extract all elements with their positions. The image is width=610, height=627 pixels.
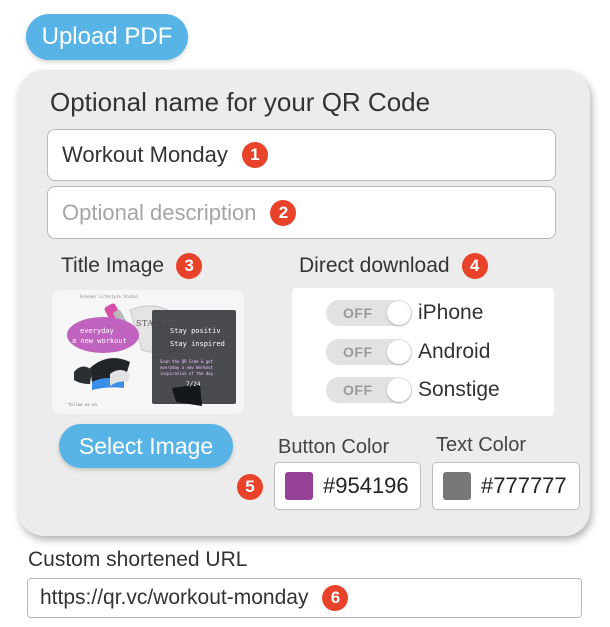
card-title: Optional name for your QR Code	[50, 87, 431, 117]
toggle-label-android: Android	[418, 340, 491, 363]
direct-download-label: Direct download 4	[299, 253, 488, 279]
thumb-dark-line1: Stay positiv	[170, 327, 221, 335]
upload-pdf-button[interactable]: Upload PDF	[26, 14, 188, 60]
text-color-value: #777777	[481, 473, 567, 498]
thumb-bubble-line2: a new workout	[72, 337, 127, 345]
iphone-toggle[interactable]: OFF	[326, 300, 412, 326]
thumb-dark-line2: Stay inspired	[170, 340, 225, 348]
step-badge: 3	[176, 253, 203, 279]
toggle-state: OFF	[343, 382, 373, 398]
thumb-bubble-line1: everyday	[80, 327, 114, 335]
thumb-hours: 7/24	[186, 381, 201, 388]
thumbnail-artwork	[52, 290, 244, 414]
button-color-label: Button Color	[278, 436, 390, 458]
sonstige-toggle[interactable]: OFF	[326, 377, 412, 403]
button-color-swatch	[285, 472, 313, 500]
custom-url-value: https://qr.vc/workout-monday	[40, 586, 309, 609]
toggle-knob	[387, 301, 411, 325]
thumb-scan-line2: everyday a new Workout	[160, 365, 213, 370]
text-color-swatch	[443, 472, 471, 500]
qr-name-input[interactable]: Workout Monday 1	[47, 129, 556, 181]
qr-name-value: Workout Monday	[62, 142, 228, 167]
toggle-row-sonstige: OFF Sonstige	[326, 377, 500, 403]
step-badge: 4	[461, 253, 488, 279]
description-input[interactable]: Optional description 2	[47, 186, 556, 239]
thumb-header: Greener Lifestyle Studio	[80, 294, 138, 299]
toggle-label-sonstige: Sonstige	[418, 378, 500, 401]
title-image-label-text: Title Image	[61, 254, 165, 277]
toggle-row-iphone: OFF iPhone	[326, 300, 483, 326]
toggle-state: OFF	[343, 344, 373, 360]
direct-download-panel: OFF iPhone OFF Android OFF Sonstige	[292, 288, 554, 416]
button-color-value: #954196	[323, 473, 409, 498]
toggle-knob	[387, 378, 411, 402]
thumb-scan-line1: Scan the QR Code & get	[160, 359, 213, 364]
toggle-label-iphone: iPhone	[418, 301, 484, 324]
thumb-follow: follow us on	[68, 402, 97, 407]
thumb-scan-line3: inspiration of the day	[160, 371, 213, 376]
step-badge: 2	[270, 199, 297, 226]
toggle-knob	[387, 340, 411, 364]
text-color-label: Text Color	[436, 434, 527, 456]
title-image-thumbnail[interactable]: Greener Lifestyle Studio STAY FIT everyd…	[52, 290, 244, 414]
toggle-row-android: OFF Android	[326, 339, 490, 365]
android-toggle[interactable]: OFF	[326, 339, 412, 365]
text-color-picker[interactable]: #777777	[432, 462, 580, 510]
step-badge: 5	[237, 474, 263, 500]
description-placeholder: Optional description	[62, 199, 257, 225]
button-color-picker[interactable]: #954196	[274, 462, 421, 510]
select-image-button[interactable]: Select Image	[59, 424, 233, 468]
step-badge: 1	[241, 142, 268, 168]
direct-download-label-text: Direct download	[299, 254, 450, 277]
title-image-label: Title Image 3	[61, 253, 203, 279]
custom-url-input[interactable]: https://qr.vc/workout-monday 6	[27, 578, 582, 618]
toggle-state: OFF	[343, 305, 373, 321]
step-badge: 6	[322, 585, 349, 611]
custom-url-label: Custom shortened URL	[28, 548, 248, 571]
